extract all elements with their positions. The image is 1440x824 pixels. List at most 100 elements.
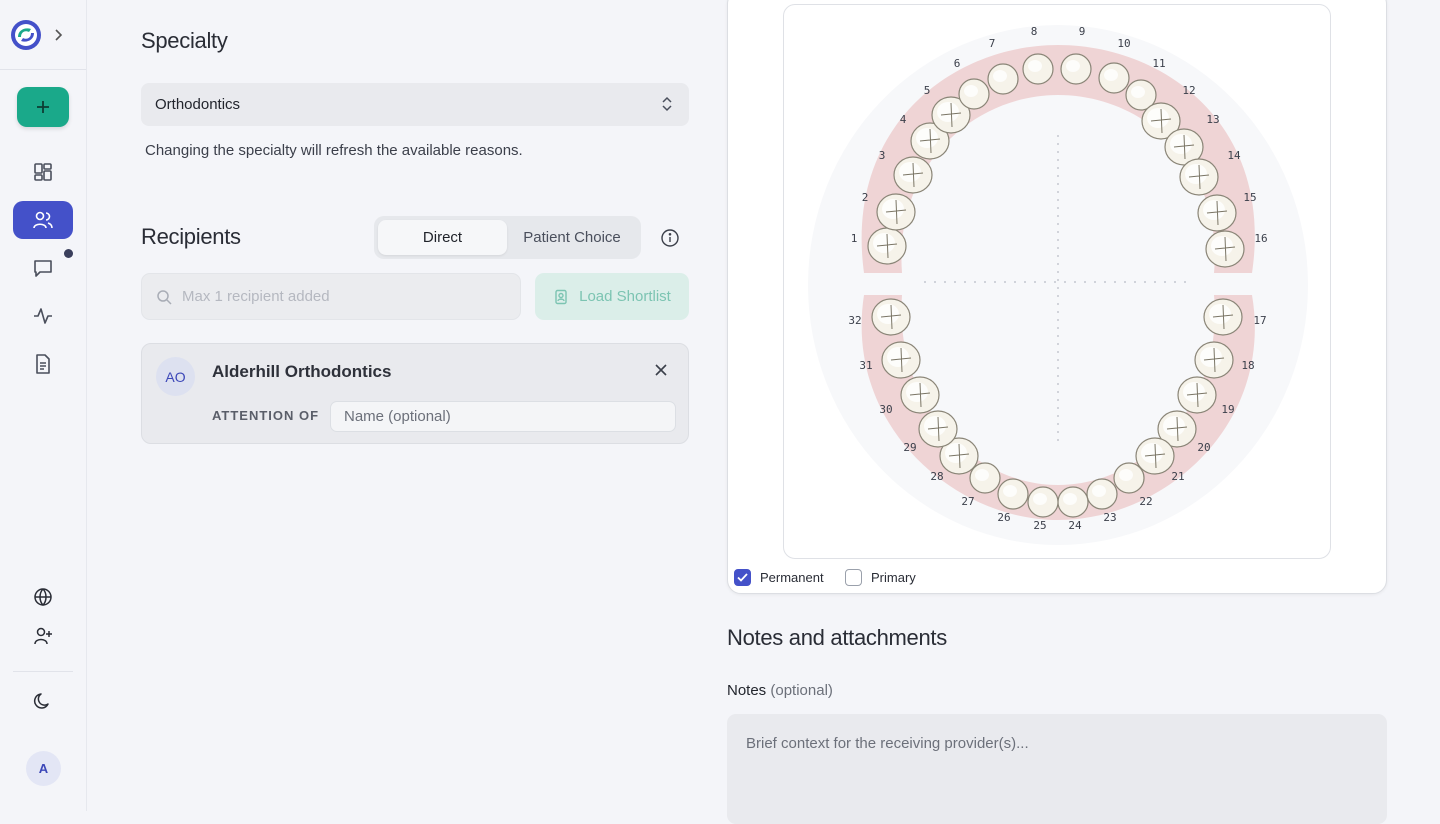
recipient-name: Alderhill Orthodontics bbox=[212, 362, 392, 381]
tooth-7[interactable] bbox=[987, 63, 1019, 95]
tooth-number: 17 bbox=[1253, 314, 1266, 327]
moon-icon bbox=[33, 693, 49, 709]
notes-textarea[interactable]: Brief context for the receiving provider… bbox=[727, 714, 1387, 824]
tooth-31[interactable] bbox=[881, 341, 921, 379]
tooth-17[interactable] bbox=[1203, 298, 1243, 336]
document-icon bbox=[36, 354, 50, 374]
tooth-number: 3 bbox=[879, 149, 886, 162]
notes-label-text: Notes bbox=[727, 682, 767, 699]
grid-icon bbox=[34, 163, 52, 181]
tooth-number: 19 bbox=[1221, 403, 1234, 416]
nav-patients[interactable] bbox=[13, 201, 73, 239]
tab-direct[interactable]: Direct bbox=[378, 220, 507, 255]
attention-placeholder: Name (optional) bbox=[344, 408, 451, 425]
tooth-32[interactable] bbox=[871, 298, 911, 336]
recipient-initials: AO bbox=[156, 357, 195, 396]
tooth-number: 28 bbox=[930, 470, 943, 483]
checkbox-unchecked-icon bbox=[845, 569, 862, 586]
tooth-number: 8 bbox=[1031, 25, 1038, 38]
nav-dashboard[interactable] bbox=[13, 153, 73, 191]
tooth-21[interactable] bbox=[1135, 437, 1175, 475]
nav-activity[interactable] bbox=[13, 297, 73, 335]
permanent-label: Permanent bbox=[760, 570, 824, 585]
tooth-18[interactable] bbox=[1194, 341, 1234, 379]
tooth-25[interactable] bbox=[1027, 486, 1059, 518]
tooth-10[interactable] bbox=[1098, 62, 1130, 94]
nav-documents[interactable] bbox=[13, 345, 73, 383]
nav-theme[interactable] bbox=[13, 682, 73, 720]
tooth-number: 10 bbox=[1117, 37, 1130, 50]
specialty-select-value: Orthodontics bbox=[155, 96, 241, 113]
tooth-number: 27 bbox=[961, 495, 974, 508]
nav-language[interactable] bbox=[13, 578, 73, 616]
plus-icon bbox=[37, 101, 49, 113]
info-icon[interactable] bbox=[660, 228, 680, 248]
tooth-30[interactable] bbox=[900, 376, 940, 414]
attention-label: ATTENTION OF bbox=[212, 408, 320, 423]
tooth-number: 11 bbox=[1152, 57, 1165, 70]
tooth-number: 25 bbox=[1033, 519, 1046, 532]
tooth-number: 16 bbox=[1254, 232, 1267, 245]
checkbox-checked-icon bbox=[734, 569, 751, 586]
primary-checkbox[interactable]: Primary bbox=[845, 569, 916, 586]
attention-input[interactable]: Name (optional) bbox=[330, 401, 676, 432]
tooth-16[interactable] bbox=[1205, 230, 1245, 268]
notes-title: Notes and attachments bbox=[727, 625, 947, 650]
specialty-select[interactable]: Orthodontics bbox=[141, 83, 689, 126]
globe-icon bbox=[34, 588, 52, 607]
tooth-29[interactable] bbox=[918, 410, 958, 448]
avatar[interactable]: A bbox=[26, 751, 61, 786]
load-shortlist-button[interactable]: Load Shortlist bbox=[535, 273, 689, 320]
notes-label-optional: (optional) bbox=[770, 682, 833, 699]
tooth-9[interactable] bbox=[1060, 53, 1092, 85]
search-icon bbox=[157, 290, 172, 305]
tooth-number: 7 bbox=[989, 37, 996, 50]
close-icon[interactable] bbox=[654, 363, 668, 377]
pulse-icon bbox=[34, 308, 52, 324]
tooth-number: 21 bbox=[1171, 470, 1184, 483]
tooth-14[interactable] bbox=[1179, 158, 1219, 196]
permanent-checkbox[interactable]: Permanent bbox=[734, 569, 824, 586]
tooth-26[interactable] bbox=[997, 478, 1029, 510]
specialty-helper: Changing the specialty will refresh the … bbox=[145, 142, 523, 159]
new-button[interactable] bbox=[17, 87, 69, 127]
tooth-3[interactable] bbox=[893, 156, 933, 194]
tab-patient-choice[interactable]: Patient Choice bbox=[507, 220, 637, 255]
tooth-number: 26 bbox=[997, 511, 1010, 524]
app-logo-icon[interactable] bbox=[10, 19, 42, 51]
nav-invite[interactable] bbox=[13, 617, 73, 655]
tooth-number: 9 bbox=[1079, 25, 1086, 38]
notes-label: Notes (optional) bbox=[727, 682, 833, 699]
tooth-19[interactable] bbox=[1177, 376, 1217, 414]
tooth-number: 14 bbox=[1227, 149, 1241, 162]
chevron-up-down-icon bbox=[662, 96, 672, 112]
tooth-15[interactable] bbox=[1197, 194, 1237, 232]
recipient-search-input[interactable]: Max 1 recipient added bbox=[141, 273, 521, 320]
tooth-number: 24 bbox=[1068, 519, 1082, 532]
tooth-2[interactable] bbox=[876, 193, 916, 231]
tooth-27[interactable] bbox=[969, 462, 1001, 494]
notes-placeholder: Brief context for the receiving provider… bbox=[746, 735, 1029, 752]
recipients-title: Recipients bbox=[141, 224, 241, 249]
tooth-number: 15 bbox=[1243, 191, 1256, 204]
tooth-chart-svg: 12345678 91011121314151617181920212223242… bbox=[808, 25, 1308, 545]
tooth-6[interactable] bbox=[958, 78, 990, 110]
tooth-23[interactable] bbox=[1086, 478, 1118, 510]
tooth-24[interactable] bbox=[1057, 486, 1089, 518]
tooth-number: 23 bbox=[1103, 511, 1116, 524]
users-icon bbox=[33, 211, 53, 229]
sidebar-divider bbox=[0, 69, 86, 70]
tooth-8[interactable] bbox=[1022, 53, 1054, 85]
tooth-1[interactable] bbox=[867, 227, 907, 265]
tooth-number: 6 bbox=[954, 57, 961, 70]
tooth-number: 20 bbox=[1197, 441, 1210, 454]
tooth-number: 18 bbox=[1241, 359, 1254, 372]
tooth-number: 29 bbox=[903, 441, 916, 454]
tooth-22[interactable] bbox=[1113, 462, 1145, 494]
recipient-search-placeholder: Max 1 recipient added bbox=[182, 288, 330, 305]
sidebar-divider bbox=[13, 671, 73, 672]
chevron-right-icon[interactable] bbox=[51, 25, 67, 45]
tooth-number: 32 bbox=[848, 314, 861, 327]
recipient-card: AO Alderhill Orthodontics ATTENTION OF N… bbox=[141, 343, 689, 444]
tooth-number: 2 bbox=[862, 191, 869, 204]
